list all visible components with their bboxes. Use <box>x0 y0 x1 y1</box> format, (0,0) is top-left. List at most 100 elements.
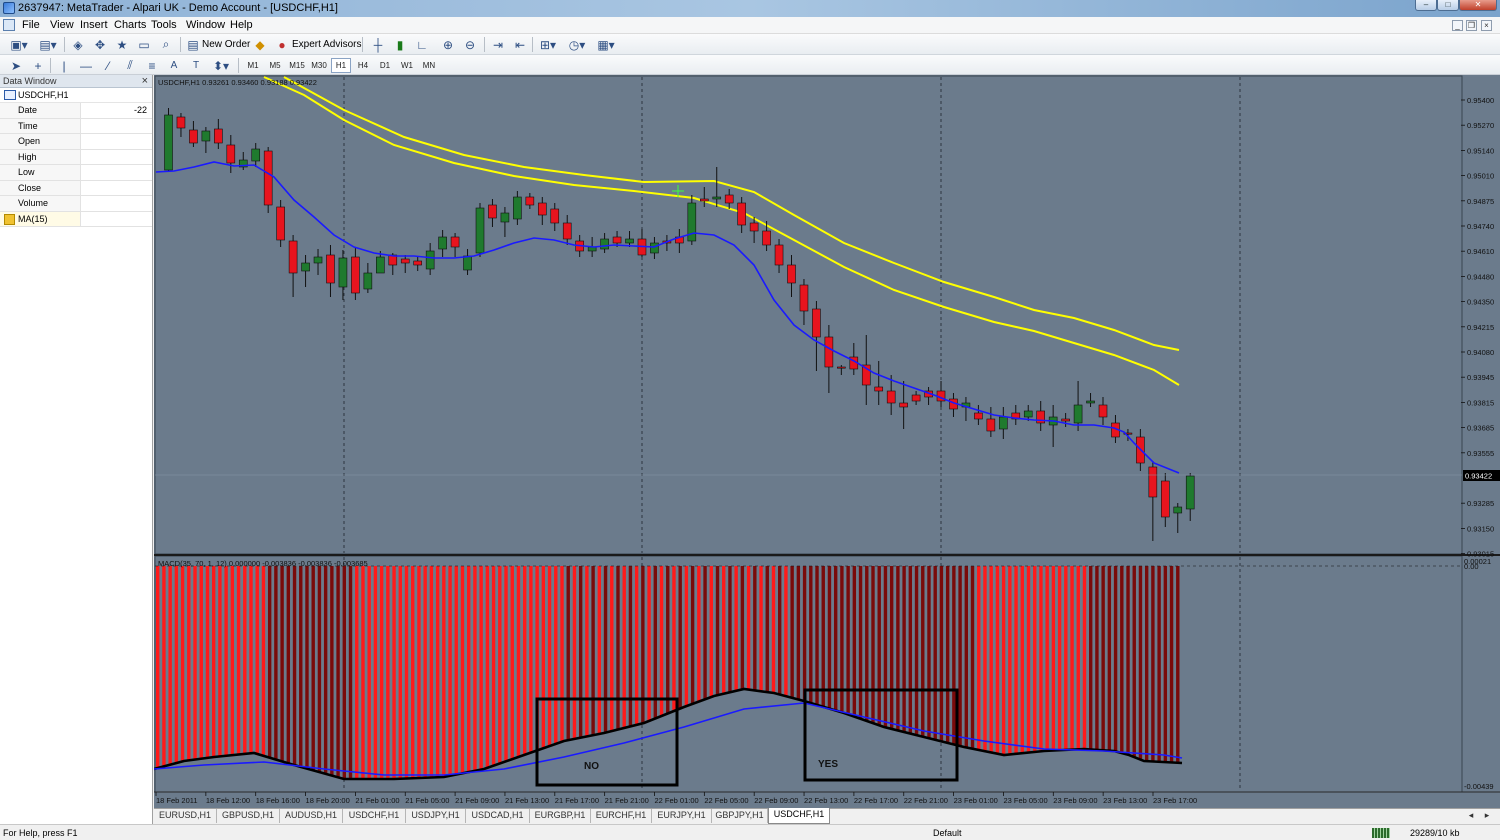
maximize-button[interactable]: □ <box>1437 0 1459 11</box>
text-label-icon[interactable]: T <box>188 58 204 73</box>
menu-view[interactable]: View <box>50 19 74 31</box>
trendline-icon[interactable]: ⁄ <box>100 58 116 73</box>
macd-bar <box>759 566 763 692</box>
timeframe-m15[interactable]: M15 <box>287 58 307 73</box>
tab-audusd[interactable]: AUDUSD,H1 <box>280 809 343 823</box>
terminal-icon[interactable]: ▭ <box>136 37 152 52</box>
timeframe-h4[interactable]: H4 <box>353 58 373 73</box>
tab-eurgbp[interactable]: EURGBP,H1 <box>530 809 591 823</box>
indicators-icon[interactable]: ⊞▾ <box>538 37 558 52</box>
tab-scroll-left-icon[interactable]: ◂ <box>1464 809 1478 823</box>
zoom-in-icon[interactable]: ⊕ <box>440 37 456 52</box>
line-chart-icon[interactable]: ∟ <box>414 37 430 52</box>
zoom-out-icon[interactable]: ⊖ <box>462 37 478 52</box>
expert-advisors-button[interactable]: Expert Advisors <box>292 37 361 52</box>
macd-bar <box>865 566 869 721</box>
data-value <box>81 181 152 196</box>
chart-header: USDCHF,H1 0.93261 0.93460 0.93188 0.9342… <box>158 78 317 87</box>
mdi-minimize-button[interactable]: _ <box>1452 20 1463 31</box>
data-row-open: Open <box>0 134 152 150</box>
macd-bar <box>267 566 272 758</box>
candle-bear <box>974 412 983 420</box>
minimize-button[interactable]: – <box>1415 0 1437 11</box>
navigator-icon[interactable]: ★ <box>114 37 130 52</box>
close-button[interactable]: ✕ <box>1459 0 1497 11</box>
data-key: Close <box>0 180 81 195</box>
expert-advisors-icon[interactable]: ● <box>274 37 290 52</box>
timeframe-m1[interactable]: M1 <box>243 58 263 73</box>
macd-bar <box>255 566 259 754</box>
close-icon[interactable]: × <box>142 75 148 87</box>
symbol-label: USDCHF,H1 <box>18 90 69 100</box>
text-icon[interactable]: A <box>166 58 182 73</box>
macd-bar <box>162 566 166 767</box>
tab-usdcad[interactable]: USDCAD,H1 <box>466 809 530 823</box>
candlestick-icon[interactable]: ▮ <box>392 37 408 52</box>
equidistant-channel-icon[interactable]: ⫽ <box>122 58 138 73</box>
tab-gbpjpy[interactable]: GBPJPY,H1 <box>712 809 768 823</box>
candle-bull <box>363 272 373 290</box>
candle-bear <box>525 196 535 206</box>
candle-bear <box>400 258 410 264</box>
macd-bar <box>392 566 396 779</box>
price-chart[interactable]: 0.95400 0.95270 0.95140 0.95010 0.94875 0.947… <box>154 75 1500 808</box>
crosshair-icon[interactable]: + <box>30 58 46 73</box>
mdi-restore-button[interactable]: ❐ <box>1466 20 1477 31</box>
auto-scroll-icon[interactable]: ⇥ <box>490 37 506 52</box>
bar-chart-icon[interactable]: ┼ <box>370 37 386 52</box>
menu-insert[interactable]: Insert <box>80 19 108 31</box>
macd-bar <box>796 566 801 700</box>
chart-window[interactable]: 0.95400 0.95270 0.95140 0.95010 0.94875 0.947… <box>154 75 1500 808</box>
market-watch-icon[interactable]: ◈ <box>70 37 86 52</box>
candle-bull <box>1173 506 1183 514</box>
data-window-icon[interactable]: ✥ <box>92 37 108 52</box>
macd-bar <box>373 566 378 779</box>
chart-shift-icon[interactable]: ⇤ <box>512 37 528 52</box>
candle-bull <box>438 236 447 250</box>
macd-bar <box>1082 566 1087 750</box>
tab-usdjpy[interactable]: USDJPY,H1 <box>406 809 466 823</box>
time-label: 22 Feb 21:00 <box>904 796 948 805</box>
new-chart-icon[interactable]: ▣▾ <box>8 37 30 52</box>
tab-eurjpy[interactable]: EURJPY,H1 <box>652 809 712 823</box>
macd-bar <box>348 566 353 779</box>
strategy-tester-icon[interactable]: ⌕ <box>158 37 174 52</box>
mdi-close-button[interactable]: × <box>1481 20 1492 31</box>
horizontal-line-icon[interactable]: — <box>78 58 94 73</box>
candle-bull <box>650 242 659 254</box>
tab-eurusd[interactable]: EURUSD,H1 <box>154 809 217 823</box>
timeframe-w1[interactable]: W1 <box>397 58 417 73</box>
new-order-icon[interactable]: ▤ <box>186 37 200 52</box>
tab-scroll-right-icon[interactable]: ▸ <box>1480 809 1494 823</box>
metaeditor-icon[interactable]: ◆ <box>252 37 268 52</box>
vertical-line-icon[interactable]: | <box>56 58 72 73</box>
tab-usdchf-active[interactable]: USDCHF,H1 <box>768 808 830 824</box>
menu-file[interactable]: File <box>22 19 40 31</box>
new-order-button[interactable]: New Order <box>202 37 250 52</box>
menu-tools[interactable]: Tools <box>151 19 177 31</box>
data-key: Date <box>0 103 81 118</box>
candle-bull <box>625 238 634 244</box>
macd-bar <box>261 566 266 756</box>
timeframe-h1[interactable]: H1 <box>331 58 351 73</box>
tab-gbpusd[interactable]: GBPUSD,H1 <box>217 809 280 823</box>
cursor-icon[interactable]: ➤ <box>8 58 24 73</box>
timeframe-d1[interactable]: D1 <box>375 58 395 73</box>
timeframe-mn[interactable]: MN <box>419 58 439 73</box>
document-icon[interactable] <box>3 19 15 31</box>
timeframe-m5[interactable]: M5 <box>265 58 285 73</box>
profiles-icon[interactable]: ▤▾ <box>36 37 60 52</box>
menu-charts[interactable]: Charts <box>114 19 146 31</box>
menu-window[interactable]: Window <box>186 19 225 31</box>
timeframe-m30[interactable]: M30 <box>309 58 329 73</box>
fibonacci-icon[interactable]: ≡ <box>144 58 160 73</box>
macd-bar <box>299 566 303 767</box>
arrows-icon[interactable]: ⬍▾ <box>210 58 232 73</box>
templates-icon[interactable]: ▦▾ <box>594 37 618 52</box>
tab-usdchf[interactable]: USDCHF,H1 <box>343 809 406 823</box>
macd-bar <box>585 566 589 737</box>
periods-icon[interactable]: ◷▾ <box>566 37 588 52</box>
time-label: 18 Feb 16:00 <box>256 796 300 805</box>
tab-eurchf[interactable]: EURCHF,H1 <box>591 809 652 823</box>
menu-help[interactable]: Help <box>230 19 253 31</box>
